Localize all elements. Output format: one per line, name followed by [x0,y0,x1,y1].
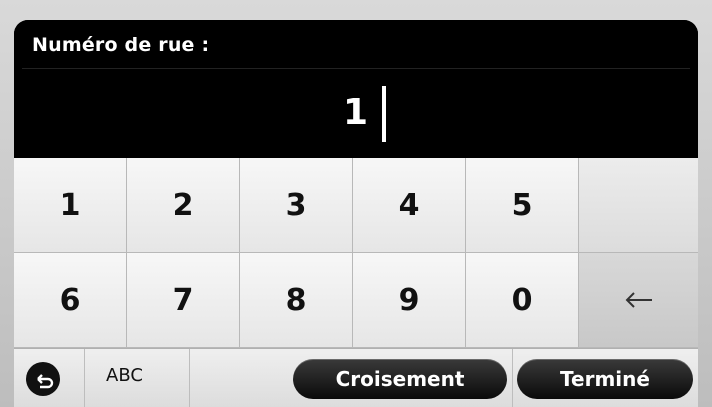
key-7[interactable]: 7 [127,253,240,348]
keypad-row-2: 6 7 8 9 0 [14,253,698,348]
back-button[interactable] [26,362,60,396]
toolbar-divider [84,349,85,407]
backspace-arrow-icon [625,292,652,308]
key-9[interactable]: 9 [353,253,466,348]
key-3[interactable]: 3 [240,158,353,253]
toolbar-divider [512,349,513,407]
entry-value: 1 [342,92,368,133]
key-6[interactable]: 6 [14,253,127,348]
keypad-row-1: 1 2 3 4 5 [14,158,698,253]
key-blank [579,158,698,253]
street-number-field[interactable]: 1 [22,68,690,155]
key-8[interactable]: 8 [240,253,353,348]
key-5[interactable]: 5 [466,158,579,253]
crossing-button[interactable]: Croisement [293,359,507,399]
input-header: Numéro de rue : 1 [14,20,698,158]
back-arrow-icon [37,374,54,389]
numeric-keypad: 1 2 3 4 5 6 7 8 9 0 [14,158,698,348]
backspace-key[interactable] [579,253,698,348]
text-caret [382,86,386,142]
abc-keyboard-button[interactable]: ABC [106,365,143,386]
key-0[interactable]: 0 [466,253,579,348]
prompt-label: Numéro de rue : [32,34,210,56]
done-button[interactable]: Terminé [517,359,693,399]
screen: Numéro de rue : 1 1 2 3 4 5 6 7 8 9 0 AB… [14,20,698,407]
device-frame: Numéro de rue : 1 1 2 3 4 5 6 7 8 9 0 AB… [0,0,712,407]
bottom-toolbar: ABC Croisement Terminé [14,348,698,407]
key-2[interactable]: 2 [127,158,240,253]
toolbar-divider [189,349,190,407]
key-1[interactable]: 1 [14,158,127,253]
key-4[interactable]: 4 [353,158,466,253]
